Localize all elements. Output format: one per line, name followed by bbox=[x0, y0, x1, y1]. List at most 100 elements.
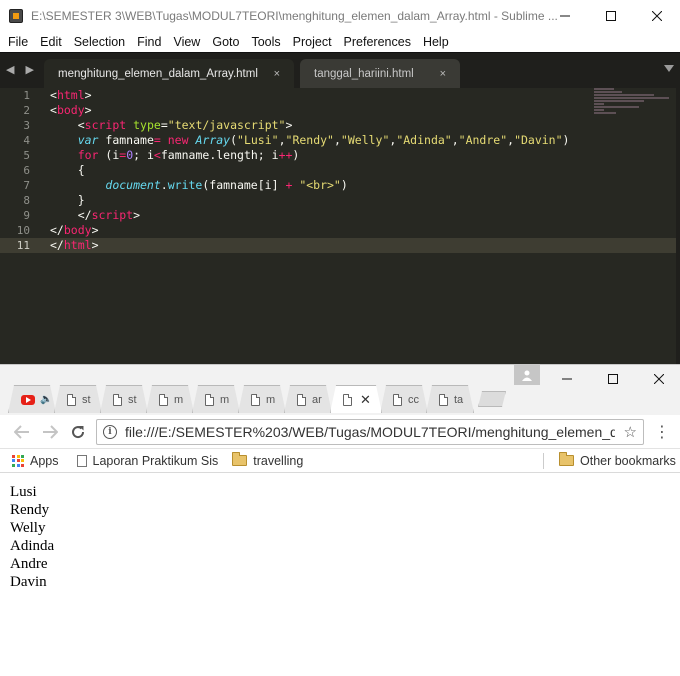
token: (i bbox=[98, 148, 120, 162]
token: </ bbox=[50, 223, 64, 237]
output-line: Lusi bbox=[10, 484, 37, 500]
folder-icon bbox=[559, 452, 574, 466]
chrome-tab[interactable]: m bbox=[192, 385, 240, 413]
menu-help[interactable]: Help bbox=[417, 32, 455, 52]
forward-button[interactable] bbox=[36, 418, 64, 446]
token: , bbox=[278, 133, 286, 147]
new-tab-button[interactable] bbox=[478, 391, 506, 407]
youtube-icon bbox=[21, 395, 35, 405]
back-button[interactable] bbox=[8, 418, 36, 446]
close-icon bbox=[654, 374, 664, 384]
sublime-titlebar: E:\SEMESTER 3\WEB\Tugas\MODUL7TEORI\meng… bbox=[0, 0, 680, 32]
token: type bbox=[133, 118, 161, 132]
tab-label: menghitung_elemen_dalam_Array.html bbox=[58, 68, 258, 80]
chrome-tab-youtube[interactable]: 🔈 bbox=[8, 385, 56, 413]
chrome-tab[interactable]: cc bbox=[380, 385, 428, 413]
info-icon[interactable]: i bbox=[103, 425, 117, 439]
bookmark-label: travelling bbox=[253, 453, 304, 468]
bookmark-travelling[interactable]: travelling bbox=[232, 452, 304, 468]
chrome-minimize-button[interactable] bbox=[544, 369, 590, 389]
sublime-tabbar: ◀ ▶ menghitung_elemen_dalam_Array.html ×… bbox=[0, 52, 680, 89]
line-number: 8 bbox=[23, 194, 30, 207]
tab-label: m bbox=[220, 393, 230, 406]
menu-selection[interactable]: Selection bbox=[68, 32, 131, 52]
tab-menghitung-elemen[interactable]: menghitung_elemen_dalam_Array.html × bbox=[44, 59, 294, 89]
token: > bbox=[91, 223, 99, 237]
line-number: 2 bbox=[23, 104, 30, 117]
menu-edit[interactable]: Edit bbox=[34, 32, 68, 52]
chrome-tab[interactable]: ta bbox=[426, 385, 474, 413]
chrome-tab-active[interactable]: ✕ bbox=[330, 385, 382, 413]
tab-tanggal-hariini[interactable]: tanggal_hariini.html × bbox=[300, 59, 460, 89]
token: ( bbox=[230, 133, 238, 147]
address-bar[interactable]: i file:///E:/SEMESTER%203/WEB/Tugas/MODU… bbox=[96, 419, 644, 445]
back-arrow-icon bbox=[14, 424, 29, 439]
chrome-close-button[interactable] bbox=[636, 369, 680, 389]
output-line: Davin bbox=[10, 574, 47, 590]
chrome-tab[interactable]: m bbox=[238, 385, 286, 413]
menu-view[interactable]: View bbox=[167, 32, 206, 52]
code-editor[interactable]: 1 2 3 4 5 6 7 8 9 10 11 <html> <body> <s… bbox=[0, 88, 680, 364]
token: html bbox=[56, 88, 85, 102]
token: ) bbox=[562, 133, 570, 147]
code-line-5: for (i=0; i<famname.length; i++) bbox=[50, 148, 590, 163]
chrome-maximize-button[interactable] bbox=[590, 369, 636, 389]
page-icon bbox=[76, 454, 87, 467]
tab-close-icon[interactable]: × bbox=[274, 68, 280, 80]
menu-find[interactable]: Find bbox=[131, 32, 167, 52]
menu-file[interactable]: File bbox=[2, 32, 34, 52]
menu-goto[interactable]: Goto bbox=[206, 32, 245, 52]
minimap[interactable] bbox=[594, 88, 674, 118]
tab-nav-arrows-icon[interactable]: ◀ ▶ bbox=[6, 63, 38, 76]
chrome-tab[interactable]: m bbox=[146, 385, 194, 413]
page-content: Lusi Rendy Welly Adinda Andre Davin bbox=[0, 473, 680, 601]
chrome-menu-icon[interactable]: ⋮ bbox=[654, 422, 670, 442]
url-text[interactable]: file:///E:/SEMESTER%203/WEB/Tugas/MODUL7… bbox=[125, 424, 615, 440]
token: "Adinda" bbox=[396, 133, 452, 147]
line-number-gutter: 1 2 3 4 5 6 7 8 9 10 11 bbox=[0, 88, 40, 364]
chrome-tab[interactable]: st bbox=[54, 385, 102, 413]
editor-scrollbar[interactable] bbox=[676, 88, 680, 364]
bookmark-label: Laporan Praktikum Sis bbox=[92, 453, 219, 468]
output-line: Welly bbox=[10, 520, 46, 536]
code-line-2: <body> bbox=[50, 103, 590, 118]
close-button[interactable] bbox=[634, 0, 680, 32]
token: ) bbox=[292, 148, 300, 162]
maximize-button[interactable] bbox=[588, 0, 634, 32]
chrome-tab[interactable]: st bbox=[100, 385, 148, 413]
token: document bbox=[105, 178, 161, 192]
code-line-10: </body> bbox=[50, 223, 590, 238]
bookmark-apps[interactable]: Apps bbox=[30, 454, 59, 468]
bookmark-star-icon[interactable]: ☆ bbox=[624, 423, 637, 441]
bookmark-other[interactable]: Other bookmarks bbox=[559, 452, 676, 468]
reload-button[interactable] bbox=[64, 418, 92, 446]
profile-button[interactable] bbox=[514, 365, 540, 385]
code-line-4: var famname= new Array("Lusi","Rendy","W… bbox=[50, 133, 590, 148]
token: < bbox=[50, 103, 57, 117]
person-icon bbox=[522, 370, 532, 381]
menu-tools[interactable]: Tools bbox=[245, 32, 286, 52]
token: . bbox=[160, 178, 168, 192]
menu-project[interactable]: Project bbox=[287, 32, 338, 52]
chrome-tab[interactable]: ar bbox=[284, 385, 332, 413]
bookmark-laporan[interactable]: Laporan Praktikum Sis bbox=[76, 453, 219, 468]
token: write bbox=[167, 178, 203, 192]
sublime-menubar: File Edit Selection Find View Goto Tools… bbox=[0, 32, 680, 52]
tab-dropdown-icon[interactable] bbox=[664, 65, 674, 72]
speaker-icon[interactable]: 🔈 bbox=[40, 394, 52, 405]
line-number: 10 bbox=[16, 224, 30, 237]
chrome-tabstrip: 🔈 st st m m m ar ✕ cc ta bbox=[0, 365, 680, 415]
token: "Rendy" bbox=[285, 133, 334, 147]
code-line-6: { bbox=[50, 163, 85, 177]
menu-preferences[interactable]: Preferences bbox=[338, 32, 417, 52]
token: script bbox=[84, 118, 127, 132]
close-tab-icon[interactable]: ✕ bbox=[360, 392, 371, 408]
tab-close-icon[interactable]: × bbox=[440, 68, 446, 80]
tab-label: tanggal_hariini.html bbox=[314, 68, 414, 80]
token: new bbox=[167, 133, 189, 147]
minimize-button[interactable] bbox=[542, 0, 588, 32]
maximize-icon bbox=[606, 11, 616, 21]
